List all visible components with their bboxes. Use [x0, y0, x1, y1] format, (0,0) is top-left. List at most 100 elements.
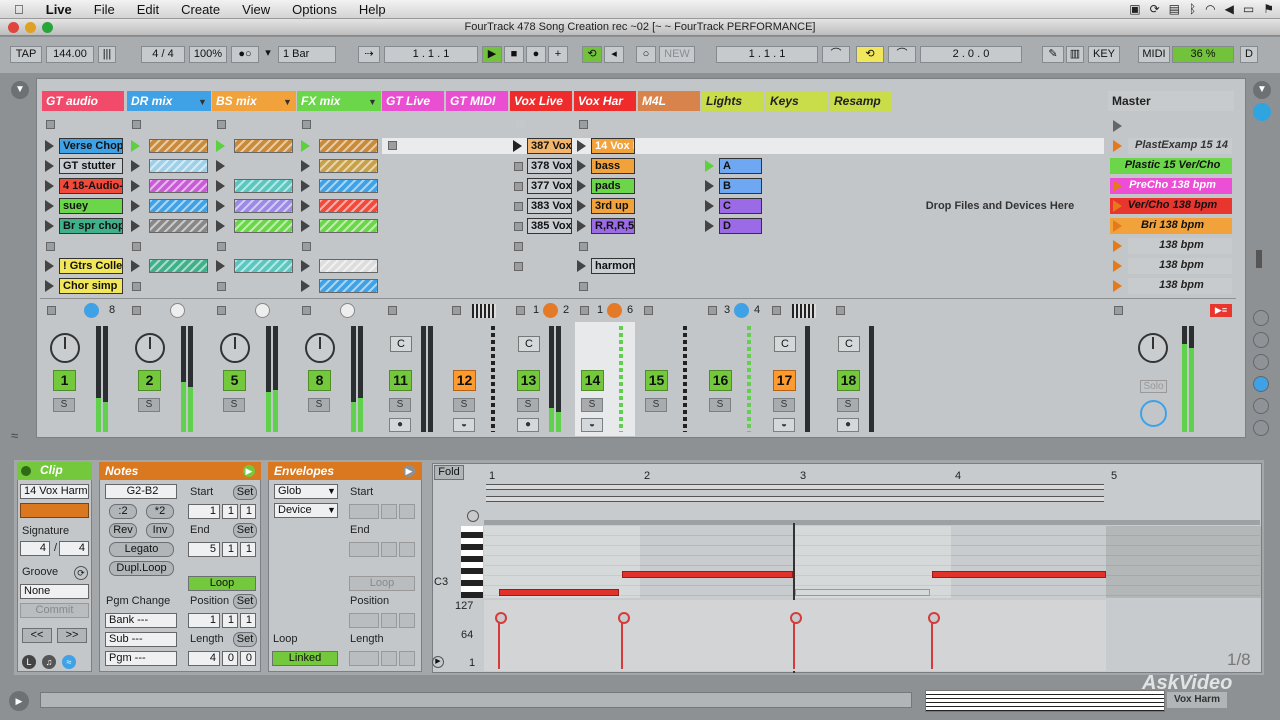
group-clip[interactable] [319, 259, 378, 273]
position-bar-field[interactable]: 1 [188, 613, 220, 628]
clip-launch-icon[interactable] [577, 260, 586, 272]
computer-midi-icon[interactable]: ▥ [1066, 46, 1084, 63]
scene-launch-icon[interactable] [1113, 200, 1122, 212]
pan-knob[interactable] [305, 333, 335, 363]
env-length-field[interactable] [349, 651, 379, 666]
env-position-field[interactable] [381, 613, 397, 628]
clip-launch-icon[interactable] [216, 220, 225, 232]
env-loop-button[interactable]: Loop [349, 576, 415, 591]
track-stop-icon[interactable] [516, 306, 525, 315]
scrub-area[interactable] [484, 520, 1260, 525]
pan-knob[interactable] [220, 333, 250, 363]
crossfade-icon[interactable] [340, 303, 355, 318]
start-end-brace[interactable] [486, 496, 1104, 502]
solo-button[interactable]: S [138, 398, 160, 412]
scrollbar-thumb[interactable] [1256, 250, 1262, 268]
clip-slot[interactable]: 3rd up [591, 198, 635, 214]
clip-slot[interactable]: B [719, 178, 762, 194]
clip-launch-icon[interactable] [577, 220, 586, 232]
solo-button[interactable]: S [709, 398, 731, 412]
group-clip[interactable] [234, 199, 293, 213]
track-activator-button[interactable]: 5 [223, 370, 246, 391]
track-header-lights[interactable]: Lights [702, 91, 764, 111]
clip-color-select[interactable] [20, 503, 89, 518]
clip-launch-icon[interactable] [301, 260, 310, 272]
set-position-button[interactable]: Set [233, 594, 257, 609]
scene-launch-icon[interactable] [1113, 120, 1122, 132]
solo-button[interactable]: S [837, 398, 859, 412]
env-start-field[interactable] [349, 504, 379, 519]
track-activator-button[interactable]: 14 [581, 370, 604, 391]
battery-icon[interactable]: ▭ [1243, 2, 1254, 16]
clip-slot[interactable]: 387 Vox [527, 138, 572, 154]
drop-zone[interactable]: Drop Files and Devices Here [894, 138, 1106, 293]
scene-name[interactable]: PreCho 138 bpm [1110, 178, 1232, 194]
reverse-button[interactable]: Rev [109, 523, 137, 538]
beat-ruler[interactable] [484, 470, 1260, 482]
signature-field[interactable]: 4 / 4 [141, 46, 185, 63]
clip-launch-icon[interactable] [705, 180, 714, 192]
track-header-resamp[interactable]: Resamp [830, 91, 892, 111]
track-header-m4l[interactable]: M4L [638, 91, 700, 111]
group-clip[interactable] [149, 179, 208, 193]
menu-view[interactable]: View [242, 2, 270, 17]
clip-stop-icon[interactable] [132, 242, 141, 251]
pan-knob[interactable] [135, 333, 165, 363]
group-clip[interactable] [149, 259, 208, 273]
clip-stop-icon[interactable] [514, 262, 523, 271]
lane-toggle-icon[interactable]: ▶ [432, 656, 444, 668]
set-end-button[interactable]: Set [233, 523, 257, 538]
track-activator-button[interactable]: 17 [773, 370, 796, 391]
group-clip[interactable] [234, 259, 293, 273]
session-view-icon[interactable] [1253, 103, 1271, 121]
arm-record-button[interactable]: ● [517, 418, 539, 432]
program-field[interactable]: Pgm --- [105, 651, 177, 666]
browser-toggle-icon[interactable]: ▼ [11, 81, 29, 99]
view-toggle-icon[interactable] [1253, 310, 1269, 326]
clip-launch-icon[interactable] [131, 180, 140, 192]
group-clip[interactable] [234, 219, 293, 233]
overview-toggle-icon[interactable]: ▶ [9, 691, 29, 711]
signature-numerator-field[interactable]: 4 [20, 541, 50, 556]
view-toggle-icon[interactable] [1253, 376, 1269, 392]
clip-launch-icon[interactable] [301, 280, 310, 292]
track-activator-button[interactable]: 12 [453, 370, 476, 391]
clip-slot[interactable]: 377 Vox [527, 178, 572, 194]
solo-button[interactable]: S [308, 398, 330, 412]
track-header-keys[interactable]: Keys [766, 91, 828, 111]
end-bar-field[interactable]: 5 [188, 542, 220, 557]
clip-slot-empty[interactable] [516, 120, 525, 129]
volume-icon[interactable]: ◀ [1225, 2, 1234, 16]
master-clip-stop-icon[interactable]: ▶≡ [1210, 304, 1232, 317]
clip-stop-icon[interactable] [46, 242, 55, 251]
close-window-icon[interactable] [8, 22, 19, 33]
minimize-window-icon[interactable] [25, 22, 36, 33]
next-button[interactable]: >> [57, 628, 87, 643]
track-stop-icon[interactable] [388, 306, 397, 315]
clip-launch-icon[interactable] [216, 160, 225, 172]
env-start-field[interactable] [381, 504, 397, 519]
pan-knob[interactable] [50, 333, 80, 363]
screen-icon[interactable]: ▤ [1169, 2, 1180, 16]
zoom-field[interactable]: 100% [189, 46, 227, 63]
menu-live[interactable]: Live [46, 2, 72, 17]
fold-button[interactable]: Fold [434, 465, 464, 480]
group-clip[interactable] [149, 199, 208, 213]
group-clip[interactable] [319, 199, 378, 213]
view-toggle-icon[interactable] [1253, 354, 1269, 370]
arrow-right-icon[interactable]: ▶ [403, 465, 415, 477]
track-stop-icon[interactable] [217, 306, 226, 315]
clip-stop-icon[interactable] [217, 242, 226, 251]
track-activator-button[interactable]: 8 [308, 370, 331, 391]
set-start-button[interactable]: Set [233, 485, 257, 500]
midi-note[interactable] [622, 571, 793, 578]
clip-launch-icon[interactable] [45, 280, 54, 292]
clip-slot[interactable]: Verse Chop [59, 138, 123, 154]
group-clip[interactable] [149, 139, 208, 153]
start-beat-field[interactable]: 1 [222, 504, 238, 519]
clip-stop-icon[interactable] [302, 242, 311, 251]
view-toggle-icon[interactable] [1253, 398, 1269, 414]
clip-stop-icon[interactable] [514, 222, 523, 231]
solo-button[interactable]: S [645, 398, 667, 412]
track-activator-button[interactable]: 15 [645, 370, 668, 391]
